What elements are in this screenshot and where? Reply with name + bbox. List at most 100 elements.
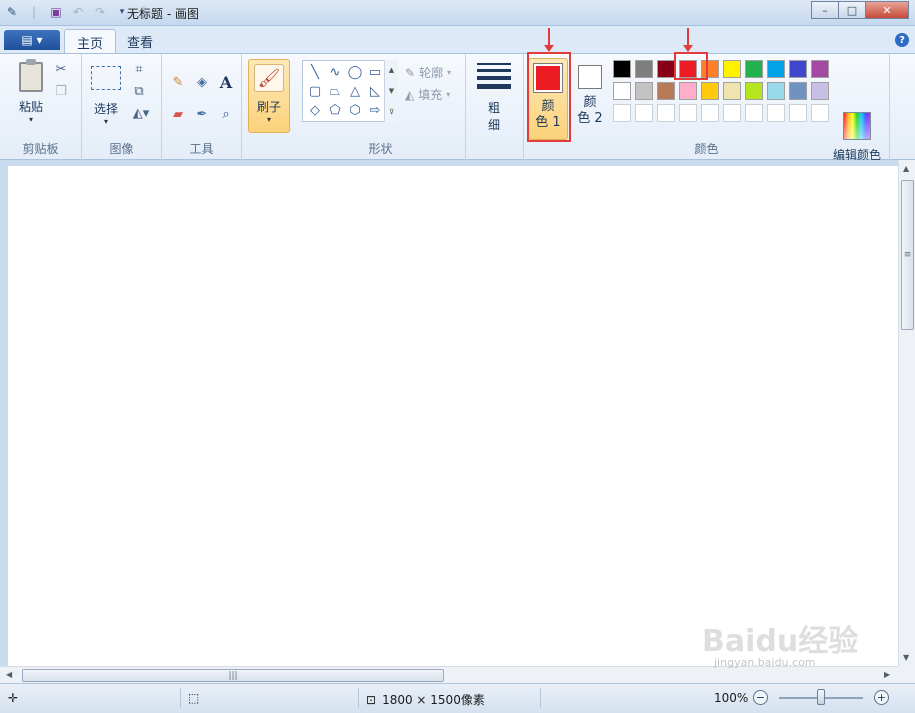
palette-swatch-fill (701, 60, 719, 78)
palette-custom-slot[interactable] (677, 102, 699, 124)
fill-button[interactable]: ◭ 填充 ▾ (405, 86, 450, 103)
vertical-scroll-thumb[interactable]: ≡ (901, 180, 914, 330)
palette-color-swatch[interactable] (633, 58, 655, 80)
pencil-icon[interactable]: ✎ (168, 72, 188, 92)
minimize-button[interactable]: – (811, 1, 839, 19)
annotation-arrow-icon (544, 28, 554, 52)
palette-color-swatch[interactable] (765, 58, 787, 80)
palette-custom-slot[interactable] (787, 102, 809, 124)
scroll-down-icon[interactable]: ▼ (903, 653, 909, 662)
redo-icon[interactable]: ↷ (92, 4, 108, 20)
scroll-up-icon[interactable]: ▲ (903, 164, 909, 173)
palette-custom-slot[interactable] (809, 102, 831, 124)
palette-color-swatch[interactable] (699, 80, 721, 102)
copy-icon[interactable]: ❐ (52, 82, 70, 100)
palette-swatch-fill (789, 104, 807, 122)
palette-color-swatch[interactable] (721, 80, 743, 102)
eraser-icon[interactable]: ▰ (168, 104, 188, 124)
palette-custom-slot[interactable] (765, 102, 787, 124)
palette-color-swatch[interactable] (743, 58, 765, 80)
triangle-shape-icon[interactable]: △ (345, 82, 365, 100)
palette-color-swatch[interactable] (787, 58, 809, 80)
help-icon[interactable]: ? (895, 33, 909, 47)
palette-custom-slot[interactable] (721, 102, 743, 124)
palette-color-swatch[interactable] (743, 80, 765, 102)
color-picker-icon[interactable]: ✒ (192, 104, 212, 124)
palette-color-swatch[interactable] (699, 58, 721, 80)
drawing-canvas[interactable] (8, 166, 898, 666)
scroll-right-icon[interactable]: ▶ (884, 670, 890, 679)
palette-color-swatch[interactable] (721, 58, 743, 80)
status-divider (358, 688, 359, 708)
polygon-shape-icon[interactable]: ⏢ (325, 82, 345, 100)
horizontal-scroll-thumb[interactable]: ||| (22, 669, 444, 682)
save-icon[interactable]: ▣ (48, 4, 64, 20)
cut-icon[interactable]: ✂ (52, 60, 70, 78)
edit-colors-button[interactable]: 编辑颜色 (832, 112, 882, 163)
pentagon-shape-icon[interactable]: ⬠ (325, 101, 345, 119)
zoom-slider-thumb[interactable] (817, 689, 825, 705)
resize-icon[interactable]: ⧉ (130, 82, 148, 100)
fill-bucket-icon[interactable]: ◈ (192, 72, 212, 92)
palette-custom-slot[interactable] (699, 102, 721, 124)
oval-shape-icon[interactable]: ◯ (345, 63, 365, 81)
palette-custom-slot[interactable] (655, 102, 677, 124)
palette-color-swatch[interactable] (787, 80, 809, 102)
palette-color-swatch[interactable] (677, 80, 699, 102)
expand-gallery-icon[interactable]: ⊽ (389, 108, 394, 116)
arrow-shape-icon[interactable]: ⇨ (365, 101, 385, 119)
palette-color-swatch[interactable] (611, 80, 633, 102)
brushes-button[interactable]: 🖌 刷子 ▾ (248, 59, 290, 133)
paint-menu-button[interactable]: ▤ ▾ (4, 30, 60, 50)
palette-swatch-fill (723, 104, 741, 122)
palette-custom-slot[interactable] (633, 102, 655, 124)
palette-color-swatch[interactable] (677, 58, 699, 80)
tab-home[interactable]: 主页 (64, 29, 117, 54)
title-bar: ✎ | ▣ ↶ ↷ ▾ | 无标题 - 画图 – □ ✕ (0, 0, 915, 26)
close-button[interactable]: ✕ (865, 1, 909, 19)
shapes-group-label: 形状 (368, 142, 393, 156)
scroll-up-icon[interactable]: ▲ (389, 66, 394, 74)
palette-color-swatch[interactable] (809, 58, 831, 80)
rectangle-shape-icon[interactable]: ▭ (365, 63, 385, 81)
zoom-in-icon[interactable]: + (874, 690, 889, 705)
hexagon-shape-icon[interactable]: ⬡ (345, 101, 365, 119)
zoom-out-button[interactable]: − (753, 690, 768, 705)
palette-color-swatch[interactable] (633, 80, 655, 102)
palette-color-swatch[interactable] (655, 58, 677, 80)
color-2-button[interactable]: 颜 色 2 (570, 58, 610, 140)
color-1-button[interactable]: 颜 色 1 (528, 58, 568, 140)
rounded-rectangle-shape-icon[interactable]: ▢ (305, 82, 325, 100)
line-shape-icon[interactable]: ╲ (305, 63, 325, 81)
palette-color-swatch[interactable] (809, 80, 831, 102)
undo-icon[interactable]: ↶ (70, 4, 86, 20)
text-icon[interactable]: A (216, 72, 236, 92)
magnifier-icon[interactable]: ⌕ (216, 104, 236, 124)
select-button[interactable]: 选择 ▾ (88, 62, 124, 126)
outline-button[interactable]: ✎ 轮廓 ▾ (405, 64, 451, 81)
zoom-out-icon[interactable]: − (753, 690, 768, 705)
clipboard-group-label: 剪贴板 (22, 142, 59, 156)
right-triangle-shape-icon[interactable]: ◺ (365, 82, 385, 100)
paste-button[interactable]: 粘贴 ▾ (14, 59, 48, 124)
scroll-down-icon[interactable]: ▼ (389, 87, 394, 95)
tab-view[interactable]: 查看 (115, 29, 165, 54)
palette-custom-slot[interactable] (743, 102, 765, 124)
curve-shape-icon[interactable]: ∿ (325, 63, 345, 81)
paint-app-icon[interactable]: ✎ (4, 4, 20, 20)
scroll-left-icon[interactable]: ◀ (6, 670, 12, 679)
maximize-button[interactable]: □ (838, 1, 866, 19)
shapes-gallery-scroll[interactable]: ▲ ▼ ⊽ (384, 60, 398, 122)
palette-swatch-fill (789, 82, 807, 100)
tools-group: ✎ ◈ A ▰ ✒ ⌕ 工具 (162, 54, 242, 160)
vertical-scrollbar[interactable]: ▲ ≡ ▼ (898, 160, 915, 666)
zoom-in-button[interactable]: + (874, 690, 889, 705)
diamond-shape-icon[interactable]: ◇ (305, 101, 325, 119)
palette-custom-slot[interactable] (611, 102, 633, 124)
rotate-icon[interactable]: ◭▾ (128, 104, 154, 122)
crop-icon[interactable]: ⌗ (130, 60, 148, 78)
palette-color-swatch[interactable] (765, 80, 787, 102)
palette-color-swatch[interactable] (655, 80, 677, 102)
window-title: 无标题 - 画图 (127, 7, 199, 21)
palette-color-swatch[interactable] (611, 58, 633, 80)
